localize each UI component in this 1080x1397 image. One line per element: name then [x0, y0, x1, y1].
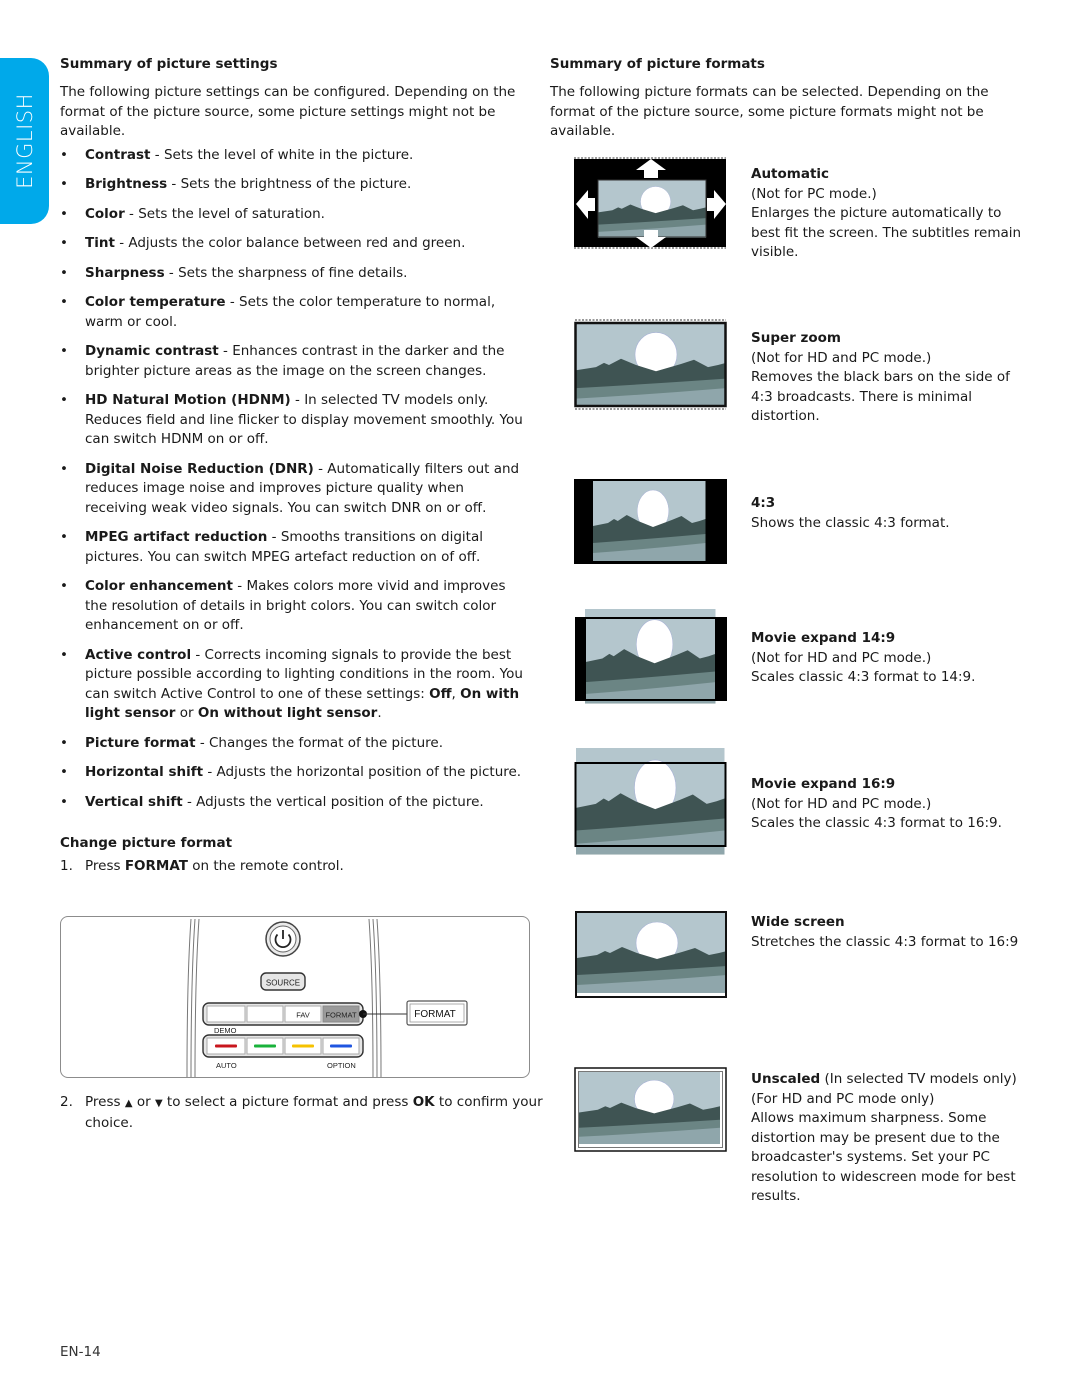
color-button-row — [202, 1034, 364, 1058]
up-arrow-icon: ▲ — [124, 1098, 133, 1109]
list-item: • Digital Noise Reduction (DNR) - Automat… — [60, 460, 520, 516]
settings-list: • Contrast - Sets the level of white in t… — [60, 146, 530, 813]
auto-label: AUTO — [216, 1061, 237, 1070]
list-item: • Color enhancement - Makes colors more v… — [60, 578, 506, 633]
format-4-3-icon — [574, 479, 727, 564]
movie-expand-16-9-icon — [574, 748, 727, 856]
automatic-format-icon — [574, 157, 726, 249]
list-item: • Sharpness - Sets the sharpness of fine … — [60, 264, 408, 281]
page-number: EN-14 — [60, 1344, 101, 1360]
list-item: • Contrast - Sets the level of white in t… — [60, 146, 414, 163]
section-heading: Summary of picture formats — [550, 56, 765, 72]
list-item: • Brightness - Sets the brightness of the… — [60, 176, 412, 192]
power-button — [265, 921, 301, 957]
remote-control-illustration: SOURCE FAV FORMAT FORMAT DEMO AUTO OPTIO… — [60, 916, 530, 1078]
language-tab-label: ENGLISH — [12, 93, 37, 189]
remote-control-graphic: SOURCE FAV FORMAT FORMAT DEMO AUTO OPTIO… — [186, 918, 468, 1077]
color-key-0 — [215, 1044, 237, 1048]
format-callout: FORMAT — [406, 1000, 468, 1026]
format-callout-label: FORMAT — [414, 1009, 455, 1020]
list-item: • MPEG artifact reduction - Smooths trans… — [60, 529, 483, 565]
color-key-1 — [254, 1044, 276, 1048]
section-intro: The following picture settings can be co… — [60, 84, 516, 139]
change-format-heading: Change picture format — [60, 835, 233, 851]
format-title: 4:3 — [751, 495, 776, 511]
option-label: OPTION — [327, 1061, 356, 1070]
list-item: • HD Natural Motion (HDNM) - In selected … — [60, 392, 523, 447]
format-title: Automatic — [751, 166, 830, 182]
section-intro: The following picture formats can be sel… — [550, 84, 989, 139]
demo-label: DEMO — [214, 1026, 237, 1035]
list-item: • Horizontal shift - Adjusts the horizont… — [60, 764, 522, 780]
picture-formats-section: Summary of picture formats The following… — [550, 54, 1030, 1204]
list-item: • Color - Sets the level of saturation. — [60, 205, 325, 222]
list-item: • Picture format - Changes the format of … — [60, 734, 443, 751]
color-key-2 — [292, 1044, 314, 1048]
format-title: Movie expand 16:9 — [751, 776, 896, 792]
format-title: Movie expand 14:9 — [751, 630, 896, 646]
format-title: Unscaled (In selected TV models only) — [751, 1071, 1017, 1087]
wide-screen-icon — [575, 911, 728, 998]
section-heading: Summary of picture settings — [60, 56, 278, 72]
source-button: SOURCE — [260, 972, 306, 991]
language-tab: ENGLISH — [0, 58, 49, 224]
format-title: Wide screen — [751, 914, 845, 930]
down-arrow-icon: ▼ — [154, 1098, 163, 1109]
format-key-label: FORMAT — [325, 1011, 357, 1020]
list-item: • Color temperature - Sets the color temp… — [60, 294, 496, 330]
list-item: • Tint - Adjusts the color balance betwee… — [60, 235, 466, 251]
list-item: • Vertical shift - Adjusts the vertical p… — [60, 793, 484, 810]
super-zoom-format-icon — [574, 319, 727, 410]
step-1: 1. Press FORMAT on the remote control. — [60, 858, 344, 874]
picture-settings-section: Summary of picture settings The followin… — [60, 54, 530, 877]
format-title: Super zoom — [751, 330, 841, 346]
color-key-3 — [330, 1044, 352, 1048]
list-item: • Active control - Corrects incoming sign… — [60, 646, 523, 722]
fav-label: FAV — [296, 1011, 310, 1020]
step-2: 2. Press ▲ or ▼ to select a picture forma… — [60, 1094, 543, 1131]
source-label: SOURCE — [266, 979, 300, 988]
movie-expand-14-9-icon — [575, 609, 727, 704]
list-item: • Dynamic contrast - Enhances contrast in… — [60, 343, 505, 379]
unscaled-icon — [574, 1067, 727, 1152]
